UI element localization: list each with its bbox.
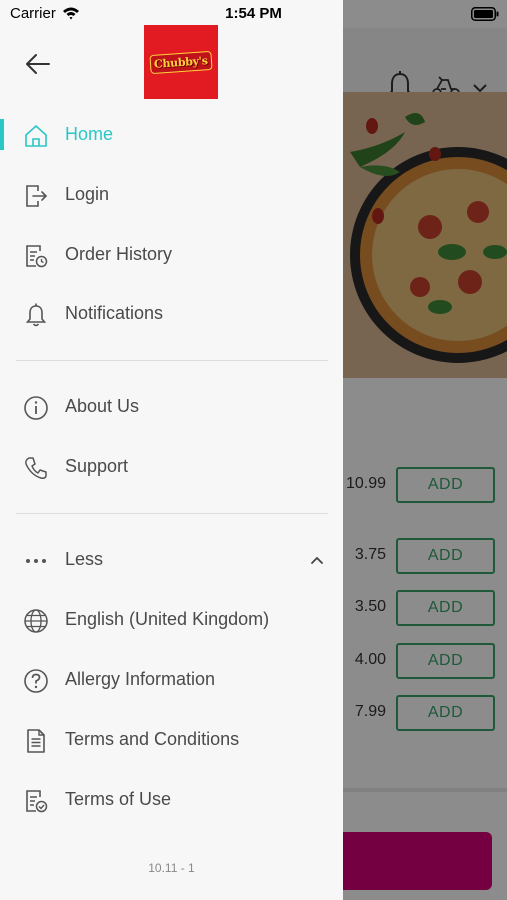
menu-item-label: About Us <box>65 396 140 416</box>
document-icon <box>27 729 45 753</box>
menu-item-less[interactable]: Less <box>0 536 343 584</box>
menu-item-language[interactable]: English (United Kingdom) <box>0 596 343 644</box>
menu-item-order-history[interactable]: Order History <box>0 231 343 279</box>
menu-separator <box>16 513 328 514</box>
menu-item-label: Order History <box>65 244 173 264</box>
menu-item-label: Terms and Conditions <box>65 729 240 749</box>
document-check-icon <box>26 790 48 813</box>
menu-item-label: Allergy Information <box>65 669 216 689</box>
app-screen: 10.99 ADD 3.75 ADD 3.50 ADD 4.00 ADD 7.9… <box>0 0 507 900</box>
menu-item-label: Less <box>65 549 104 569</box>
menu-item-about-us[interactable]: About Us <box>0 383 343 431</box>
menu-item-support[interactable]: Support <box>0 443 343 491</box>
menu-item-label: Terms of Use <box>65 789 172 809</box>
globe-icon <box>24 609 48 633</box>
menu-item-login[interactable]: Login <box>0 171 343 219</box>
order-history-icon <box>26 245 48 268</box>
menu-item-label: Support <box>65 456 129 476</box>
phone-icon <box>25 457 47 479</box>
restaurant-logo: Chubby's <box>144 25 218 99</box>
more-dots-icon <box>26 559 46 563</box>
menu-item-label: Home <box>65 124 114 144</box>
back-arrow-icon[interactable] <box>22 48 54 80</box>
bell-icon <box>25 303 47 327</box>
status-bar: Carrier 1:54 PM <box>0 0 507 28</box>
login-icon <box>26 185 48 207</box>
menu-separator <box>16 360 328 361</box>
menu-item-label: Login <box>65 184 110 204</box>
chevron-up-icon[interactable] <box>308 551 326 569</box>
status-time: 1:54 PM <box>225 5 282 22</box>
info-icon <box>24 396 48 420</box>
menu-item-allergy-information[interactable]: Allergy Information <box>0 656 343 704</box>
menu-item-notifications[interactable]: Notifications <box>0 290 343 338</box>
question-icon <box>24 669 48 693</box>
menu-item-home[interactable]: Home <box>0 111 343 159</box>
home-icon <box>25 125 47 147</box>
side-drawer: Chubby's Home Login Order History Notifi… <box>0 0 343 900</box>
menu-item-terms-and-conditions[interactable]: Terms and Conditions <box>0 716 343 764</box>
menu-item-label: Notifications <box>65 303 164 323</box>
app-version: 10.11 - 1 <box>148 861 195 875</box>
menu-item-label: English (United Kingdom) <box>65 609 270 629</box>
battery-icon <box>471 7 499 21</box>
menu-item-terms-of-use[interactable]: Terms of Use <box>0 776 343 824</box>
logo-text: Chubby's <box>149 50 213 74</box>
